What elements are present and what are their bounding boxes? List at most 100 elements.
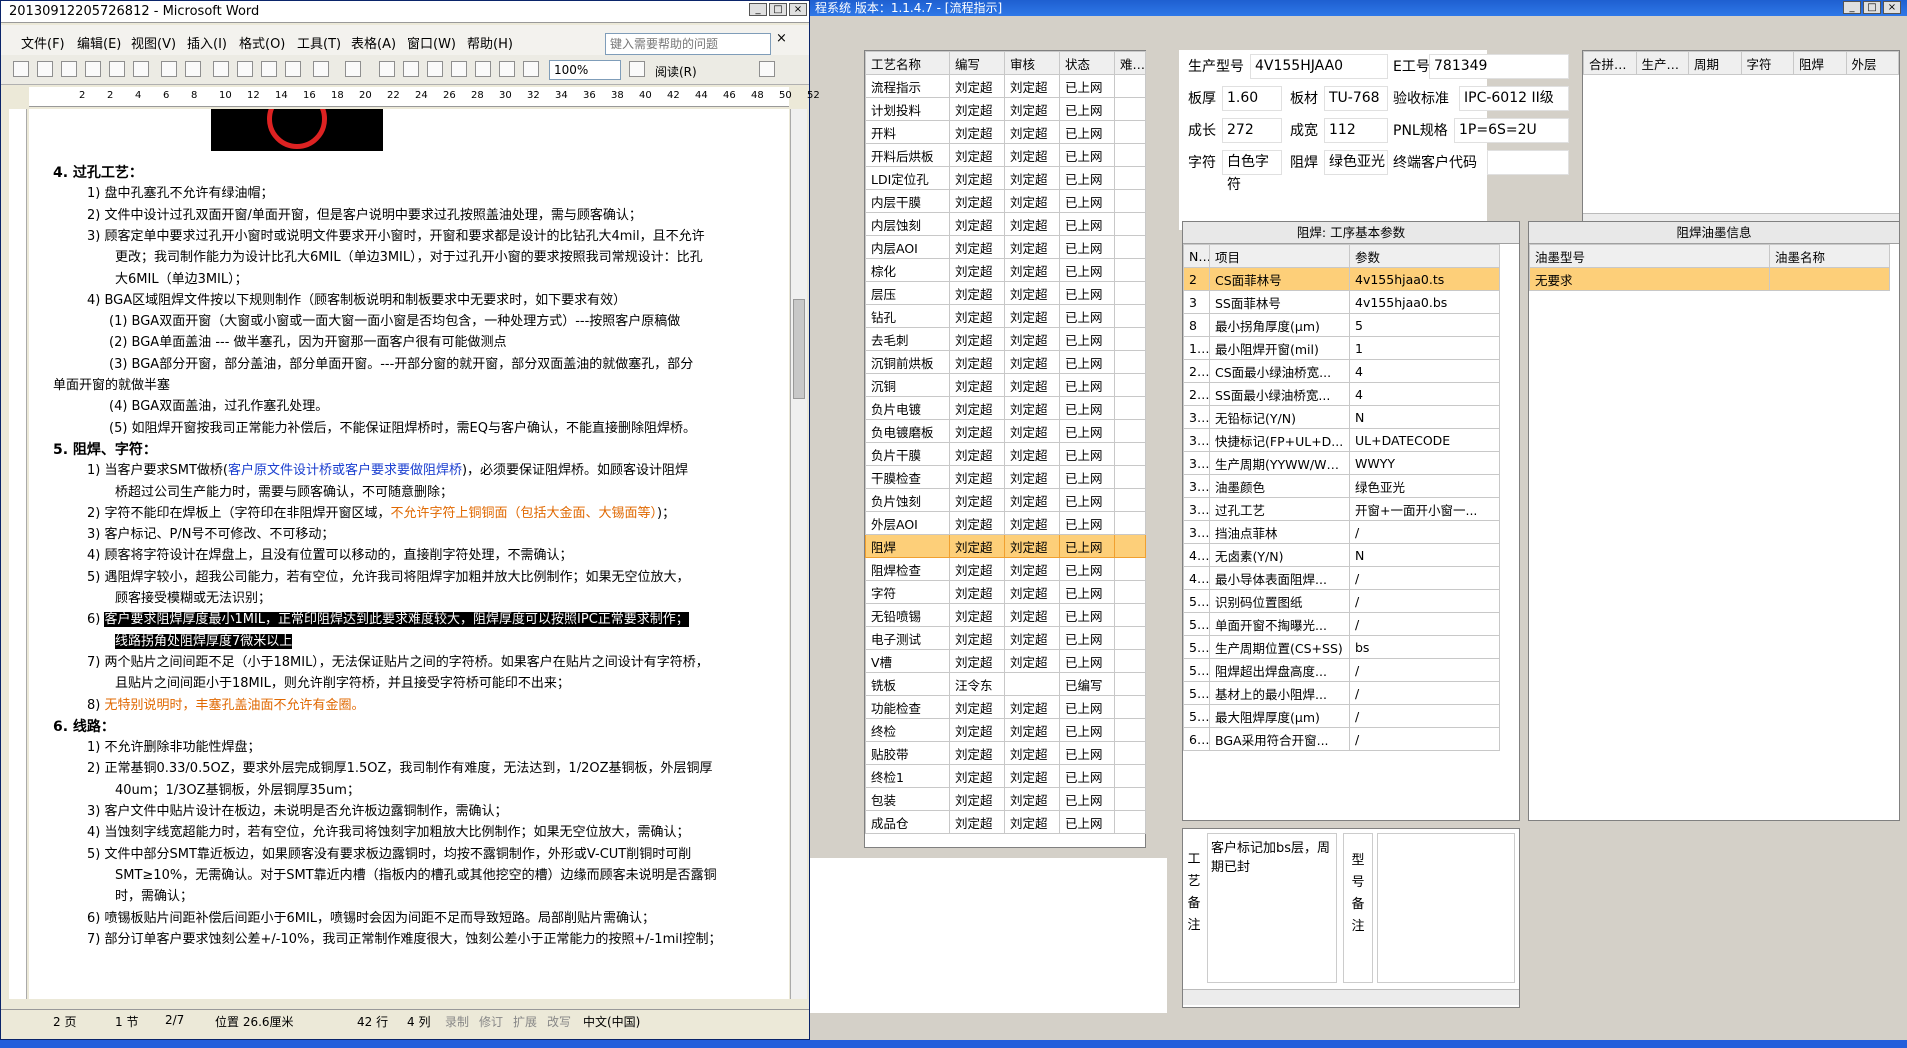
table-row[interactable]: 53 单面开窗不掏曝光... / [1183,612,1500,636]
table-row[interactable]: 37 过孔工艺 开窗+一面开小窗一... [1183,497,1500,521]
table-row[interactable]: 41 无卤素(Y/N) N [1183,543,1500,567]
zoom-select[interactable]: 100% [549,60,621,80]
table-row[interactable]: 终检 刘定超 刘定超 已上网 [865,718,1146,742]
column-header[interactable]: 字符 [1740,51,1794,75]
model-field[interactable]: 4V155HJAA0 [1250,54,1388,79]
columns-icon[interactable] [475,61,491,77]
table-row[interactable]: 56 生产周期位置(CS+SS) bs [1183,635,1500,659]
copy-icon[interactable] [237,61,253,77]
table-row[interactable]: 内层干膜 刘定超 刘定超 已上网 [865,189,1146,213]
table-row[interactable]: 57 阻焊超出焊盘高度... / [1183,658,1500,682]
char-field[interactable]: 白色字符 [1222,150,1282,193]
reading-button[interactable]: 阅读(R) [655,63,697,80]
solder-field[interactable]: 绿色亚光 [1324,150,1388,175]
table-row[interactable]: 2 CS面菲林号 4v155hjaa0.ts [1183,267,1500,291]
process-note-text[interactable]: 客户标记加bs层，周期已封 [1207,833,1337,983]
table-row[interactable]: 开料 刘定超 刘定超 已上网 [865,120,1146,144]
table-row[interactable]: 29 SS面最小绿油桥宽... 4 [1183,382,1500,406]
table-row[interactable]: 功能检查 刘定超 刘定超 已上网 [865,695,1146,719]
word-minimize-button[interactable]: _ [749,3,767,16]
table-row[interactable]: 52 识别码位置图纸 / [1183,589,1500,613]
table-row[interactable]: 58 基材上的最小阻焊... / [1183,681,1500,705]
tables-borders-icon[interactable] [403,61,419,77]
status-ext[interactable]: 扩展 [513,1013,537,1030]
table-row[interactable]: 字符 刘定超 刘定超 已上网 [865,580,1146,604]
table-row[interactable]: 60 BGA采用符合开窗... / [1183,727,1500,751]
column-header[interactable]: 外层 [1845,51,1899,75]
table-row[interactable]: LDI定位孔 刘定超 刘定超 已上网 [865,166,1146,190]
menu-item[interactable]: 格式(O) [239,33,285,52]
status-ovr[interactable]: 改写 [547,1013,571,1030]
format-painter-icon[interactable] [285,61,301,77]
table-row[interactable]: 36 油墨颜色 绿色亚光 [1183,474,1500,498]
minimize-button[interactable]: _ [1843,1,1861,14]
menu-item[interactable]: 视图(V) [131,33,176,52]
paste-icon[interactable] [261,61,277,77]
menu-item[interactable]: 文件(F) [21,33,65,52]
table-row[interactable]: 负片干膜 刘定超 刘定超 已上网 [865,442,1146,466]
len-field[interactable]: 272 [1222,118,1282,143]
menu-item[interactable]: 表格(A) [351,33,396,52]
column-header[interactable]: 合拼工号 [1583,51,1637,75]
document-vertical-scrollbar[interactable] [790,109,807,999]
hyperlink-icon[interactable] [379,61,395,77]
table-row[interactable]: 成品仓 刘定超 刘定超 已上网 [865,810,1146,834]
table-row[interactable]: 34 快捷标记(FP+UL+D... UL+DATECODE [1183,428,1500,452]
help-icon[interactable] [629,61,645,77]
table-row[interactable]: 3 SS面菲林号 4v155hjaa0.bs [1183,290,1500,314]
column-header[interactable]: 难度 [1114,51,1146,75]
column-header[interactable]: 周期 [1688,51,1742,75]
permission-icon[interactable] [85,61,101,77]
table-row[interactable]: 沉铜 刘定超 刘定超 已上网 [865,373,1146,397]
table-row[interactable]: 内层AOI 刘定超 刘定超 已上网 [865,235,1146,259]
table-row[interactable]: 干膜检查 刘定超 刘定超 已上网 [865,465,1146,489]
menu-item[interactable]: 窗口(W) [407,33,456,52]
table-row[interactable]: 11 最小阻焊开窗(mil) 1 [1183,336,1500,360]
table-row[interactable]: 流程指示 刘定超 刘定超 已上网 [865,74,1146,98]
column-header[interactable]: 审核 [1004,51,1060,75]
table-row[interactable]: 阻焊 刘定超 刘定超 已上网 [865,534,1146,558]
table-row[interactable]: 无铅喷锡 刘定超 刘定超 已上网 [865,603,1146,627]
column-header[interactable]: 油墨名称 [1769,244,1890,268]
close-button[interactable]: × [1883,1,1901,14]
table-row[interactable]: 42 最小导体表面阻焊... / [1183,566,1500,590]
column-header[interactable]: 生产型号 [1635,51,1689,75]
cut-icon[interactable] [213,61,229,77]
material-field[interactable]: TU-768 [1324,86,1388,111]
column-header[interactable]: 油墨型号 [1529,244,1770,268]
vertical-ruler[interactable] [9,109,27,999]
word-maximize-button[interactable]: □ [769,3,787,16]
print-icon[interactable] [109,61,125,77]
menu-item[interactable]: 插入(I) [187,33,227,52]
table-row[interactable]: 33 无铅标记(Y/N) N [1183,405,1500,429]
new-icon[interactable] [13,61,29,77]
table-row[interactable]: 终检1 刘定超 刘定超 已上网 [865,764,1146,788]
column-header[interactable]: 编写 [949,51,1005,75]
redo-icon[interactable] [345,61,361,77]
table-row[interactable]: 贴胶带 刘定超 刘定超 已上网 [865,741,1146,765]
table-row[interactable]: 负片蚀刻 刘定超 刘定超 已上网 [865,488,1146,512]
column-header[interactable]: NO [1183,244,1210,268]
table-row[interactable]: 铣板 汪令东 已编写 [865,672,1146,696]
open-icon[interactable] [37,61,53,77]
wid-field[interactable]: 112 [1324,118,1388,143]
column-header[interactable]: 项目 [1209,244,1350,268]
table-row[interactable]: 28 CS面最小绿油桥宽... 4 [1183,359,1500,383]
thick-field[interactable]: 1.60 [1222,86,1282,111]
column-header[interactable]: 阻焊 [1793,51,1847,75]
table-row[interactable]: 开料后烘板 刘定超 刘定超 已上网 [865,143,1146,167]
table-row[interactable]: 外层AOI 刘定超 刘定超 已上网 [865,511,1146,535]
table-row[interactable]: 去毛刺 刘定超 刘定超 已上网 [865,327,1146,351]
menu-item[interactable]: 工具(T) [297,33,341,52]
insert-table-icon[interactable] [427,61,443,77]
table-row[interactable]: 电子测试 刘定超 刘定超 已上网 [865,626,1146,650]
undo-icon[interactable] [313,61,329,77]
document-body[interactable]: 4. 过孔工艺： 1) 盘中孔塞孔不允许有绿油帽； 2) 文件中设计过孔双面开窗/单… [29,109,789,999]
pnl-field[interactable]: 1P=6S=2U [1454,118,1569,143]
table-row[interactable]: 计划投料 刘定超 刘定超 已上网 [865,97,1146,121]
menu-item[interactable]: 编辑(E) [77,33,121,52]
table-row[interactable]: 35 生产周期(YYWW/WWYY) WWYY [1183,451,1500,475]
table-row[interactable]: 阻焊检查 刘定超 刘定超 已上网 [865,557,1146,581]
table-row[interactable]: 负片电镀 刘定超 刘定超 已上网 [865,396,1146,420]
scroll-thumb[interactable] [793,299,805,399]
